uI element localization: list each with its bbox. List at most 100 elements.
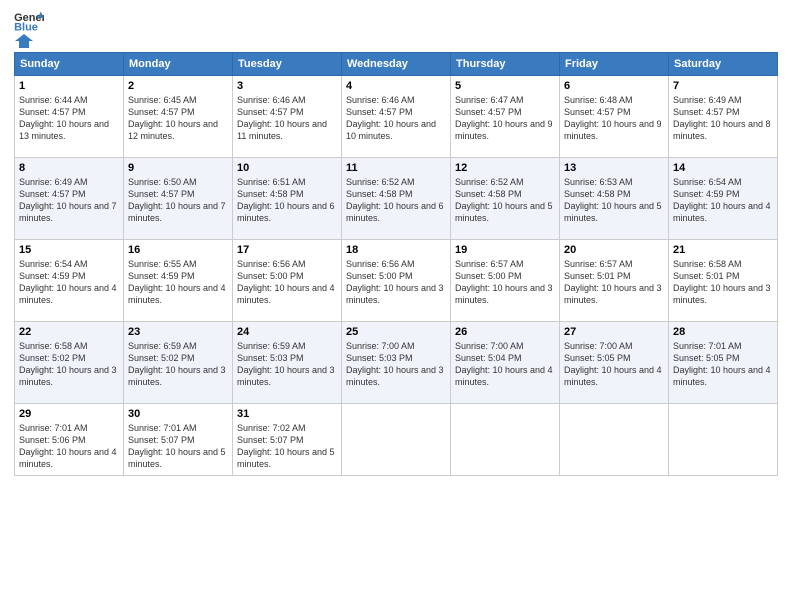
- day-info: Sunrise: 6:48 AMSunset: 4:57 PMDaylight:…: [564, 95, 662, 141]
- calendar-week-row: 1 Sunrise: 6:44 AMSunset: 4:57 PMDaylight…: [15, 76, 778, 158]
- day-info: Sunrise: 6:51 AMSunset: 4:58 PMDaylight:…: [237, 177, 335, 223]
- day-info: Sunrise: 7:01 AMSunset: 5:06 PMDaylight:…: [19, 423, 117, 469]
- day-number: 11: [346, 162, 446, 174]
- day-info: Sunrise: 6:59 AMSunset: 5:02 PMDaylight:…: [128, 341, 226, 387]
- day-info: Sunrise: 6:49 AMSunset: 4:57 PMDaylight:…: [673, 95, 771, 141]
- calendar-week-row: 15 Sunrise: 6:54 AMSunset: 4:59 PMDayligh…: [15, 240, 778, 322]
- day-number: 10: [237, 162, 337, 174]
- day-number: 23: [128, 326, 228, 338]
- calendar-day-cell: 14 Sunrise: 6:54 AMSunset: 4:59 PMDayligh…: [669, 158, 778, 240]
- calendar-day-cell: 24 Sunrise: 6:59 AMSunset: 5:03 PMDayligh…: [233, 322, 342, 404]
- calendar-day-cell: 6 Sunrise: 6:48 AMSunset: 4:57 PMDaylight…: [560, 76, 669, 158]
- calendar-week-row: 8 Sunrise: 6:49 AMSunset: 4:57 PMDaylight…: [15, 158, 778, 240]
- calendar-day-cell: 11 Sunrise: 6:52 AMSunset: 4:58 PMDayligh…: [342, 158, 451, 240]
- day-number: 1: [19, 80, 119, 92]
- day-info: Sunrise: 6:57 AMSunset: 5:01 PMDaylight:…: [564, 259, 662, 305]
- calendar-week-row: 22 Sunrise: 6:58 AMSunset: 5:02 PMDayligh…: [15, 322, 778, 404]
- weekday-header-monday: Monday: [124, 53, 233, 76]
- main-container: General Blue SundayMondayTuesdayWednesda…: [0, 0, 792, 486]
- day-info: Sunrise: 6:46 AMSunset: 4:57 PMDaylight:…: [346, 95, 436, 141]
- day-info: Sunrise: 7:01 AMSunset: 5:07 PMDaylight:…: [128, 423, 226, 469]
- day-number: 8: [19, 162, 119, 174]
- day-number: 20: [564, 244, 664, 256]
- weekday-header-row: SundayMondayTuesdayWednesdayThursdayFrid…: [15, 53, 778, 76]
- day-number: 12: [455, 162, 555, 174]
- logo: General Blue: [14, 10, 44, 46]
- weekday-header-sunday: Sunday: [15, 53, 124, 76]
- day-number: 31: [237, 408, 337, 420]
- calendar-day-cell: 27Sunrise: 7:00 AMSunset: 5:05 PMDayligh…: [560, 322, 669, 404]
- day-number: 19: [455, 244, 555, 256]
- day-info: Sunrise: 7:01 AMSunset: 5:05 PMDaylight:…: [673, 341, 771, 387]
- day-number: 5: [455, 80, 555, 92]
- day-info: Sunrise: 7:00 AMSunset: 5:03 PMDaylight:…: [346, 341, 444, 387]
- calendar-day-cell: 15 Sunrise: 6:54 AMSunset: 4:59 PMDayligh…: [15, 240, 124, 322]
- day-info: Sunrise: 7:00 AMSunset: 5:04 PMDaylight:…: [455, 341, 553, 387]
- day-number: 14: [673, 162, 773, 174]
- calendar-day-cell: [669, 404, 778, 476]
- day-info: Sunrise: 6:56 AMSunset: 5:00 PMDaylight:…: [237, 259, 335, 305]
- day-info: Sunrise: 6:50 AMSunset: 4:57 PMDaylight:…: [128, 177, 226, 223]
- calendar-day-cell: 30 Sunrise: 7:01 AMSunset: 5:07 PMDayligh…: [124, 404, 233, 476]
- day-number: 4: [346, 80, 446, 92]
- day-info: Sunrise: 6:54 AMSunset: 4:59 PMDaylight:…: [19, 259, 117, 305]
- calendar-day-cell: 8 Sunrise: 6:49 AMSunset: 4:57 PMDaylight…: [15, 158, 124, 240]
- calendar-day-cell: 3Sunrise: 6:46 AMSunset: 4:57 PMDaylight…: [233, 76, 342, 158]
- calendar-table: SundayMondayTuesdayWednesdayThursdayFrid…: [14, 52, 778, 476]
- calendar-day-cell: 1 Sunrise: 6:44 AMSunset: 4:57 PMDaylight…: [15, 76, 124, 158]
- day-number: 28: [673, 326, 773, 338]
- calendar-day-cell: 13Sunrise: 6:53 AMSunset: 4:58 PMDayligh…: [560, 158, 669, 240]
- day-info: Sunrise: 6:45 AMSunset: 4:57 PMDaylight:…: [128, 95, 218, 141]
- calendar-day-cell: 7 Sunrise: 6:49 AMSunset: 4:57 PMDaylight…: [669, 76, 778, 158]
- calendar-day-cell: 26 Sunrise: 7:00 AMSunset: 5:04 PMDayligh…: [451, 322, 560, 404]
- day-info: Sunrise: 6:58 AMSunset: 5:02 PMDaylight:…: [19, 341, 117, 387]
- day-info: Sunrise: 6:54 AMSunset: 4:59 PMDaylight:…: [673, 177, 771, 223]
- day-info: Sunrise: 6:59 AMSunset: 5:03 PMDaylight:…: [237, 341, 335, 387]
- day-number: 15: [19, 244, 119, 256]
- day-number: 26: [455, 326, 555, 338]
- day-info: Sunrise: 6:49 AMSunset: 4:57 PMDaylight:…: [19, 177, 117, 223]
- calendar-day-cell: 22 Sunrise: 6:58 AMSunset: 5:02 PMDayligh…: [15, 322, 124, 404]
- day-info: Sunrise: 6:55 AMSunset: 4:59 PMDaylight:…: [128, 259, 226, 305]
- calendar-day-cell: 4 Sunrise: 6:46 AMSunset: 4:57 PMDaylight…: [342, 76, 451, 158]
- calendar-day-cell: 9 Sunrise: 6:50 AMSunset: 4:57 PMDaylight…: [124, 158, 233, 240]
- day-number: 30: [128, 408, 228, 420]
- day-number: 24: [237, 326, 337, 338]
- day-info: Sunrise: 6:53 AMSunset: 4:58 PMDaylight:…: [564, 177, 662, 223]
- day-number: 18: [346, 244, 446, 256]
- day-info: Sunrise: 6:52 AMSunset: 4:58 PMDaylight:…: [346, 177, 444, 223]
- calendar-day-cell: 17 Sunrise: 6:56 AMSunset: 5:00 PMDayligh…: [233, 240, 342, 322]
- calendar-day-cell: 19 Sunrise: 6:57 AMSunset: 5:00 PMDayligh…: [451, 240, 560, 322]
- calendar-day-cell: 18 Sunrise: 6:56 AMSunset: 5:00 PMDayligh…: [342, 240, 451, 322]
- day-info: Sunrise: 6:56 AMSunset: 5:00 PMDaylight:…: [346, 259, 444, 305]
- day-number: 2: [128, 80, 228, 92]
- calendar-day-cell: 10 Sunrise: 6:51 AMSunset: 4:58 PMDayligh…: [233, 158, 342, 240]
- calendar-day-cell: 16 Sunrise: 6:55 AMSunset: 4:59 PMDayligh…: [124, 240, 233, 322]
- day-number: 29: [19, 408, 119, 420]
- header: General Blue: [14, 10, 778, 46]
- calendar-day-cell: 28 Sunrise: 7:01 AMSunset: 5:05 PMDayligh…: [669, 322, 778, 404]
- day-number: 7: [673, 80, 773, 92]
- day-number: 6: [564, 80, 664, 92]
- day-number: 22: [19, 326, 119, 338]
- weekday-header-saturday: Saturday: [669, 53, 778, 76]
- calendar-day-cell: 12Sunrise: 6:52 AMSunset: 4:58 PMDayligh…: [451, 158, 560, 240]
- day-info: Sunrise: 6:58 AMSunset: 5:01 PMDaylight:…: [673, 259, 771, 305]
- calendar-day-cell: 29 Sunrise: 7:01 AMSunset: 5:06 PMDayligh…: [15, 404, 124, 476]
- weekday-header-thursday: Thursday: [451, 53, 560, 76]
- calendar-day-cell: 31 Sunrise: 7:02 AMSunset: 5:07 PMDayligh…: [233, 404, 342, 476]
- day-info: Sunrise: 6:57 AMSunset: 5:00 PMDaylight:…: [455, 259, 553, 305]
- day-info: Sunrise: 6:44 AMSunset: 4:57 PMDaylight:…: [19, 95, 109, 141]
- day-info: Sunrise: 7:02 AMSunset: 5:07 PMDaylight:…: [237, 423, 335, 469]
- logo-bird-icon: [15, 32, 33, 50]
- weekday-header-wednesday: Wednesday: [342, 53, 451, 76]
- day-number: 3: [237, 80, 337, 92]
- day-number: 16: [128, 244, 228, 256]
- day-number: 17: [237, 244, 337, 256]
- day-number: 9: [128, 162, 228, 174]
- day-info: Sunrise: 7:00 AMSunset: 5:05 PMDaylight:…: [564, 341, 662, 387]
- svg-text:Blue: Blue: [14, 21, 38, 32]
- calendar-day-cell: 23 Sunrise: 6:59 AMSunset: 5:02 PMDayligh…: [124, 322, 233, 404]
- day-number: 21: [673, 244, 773, 256]
- calendar-week-row: 29 Sunrise: 7:01 AMSunset: 5:06 PMDayligh…: [15, 404, 778, 476]
